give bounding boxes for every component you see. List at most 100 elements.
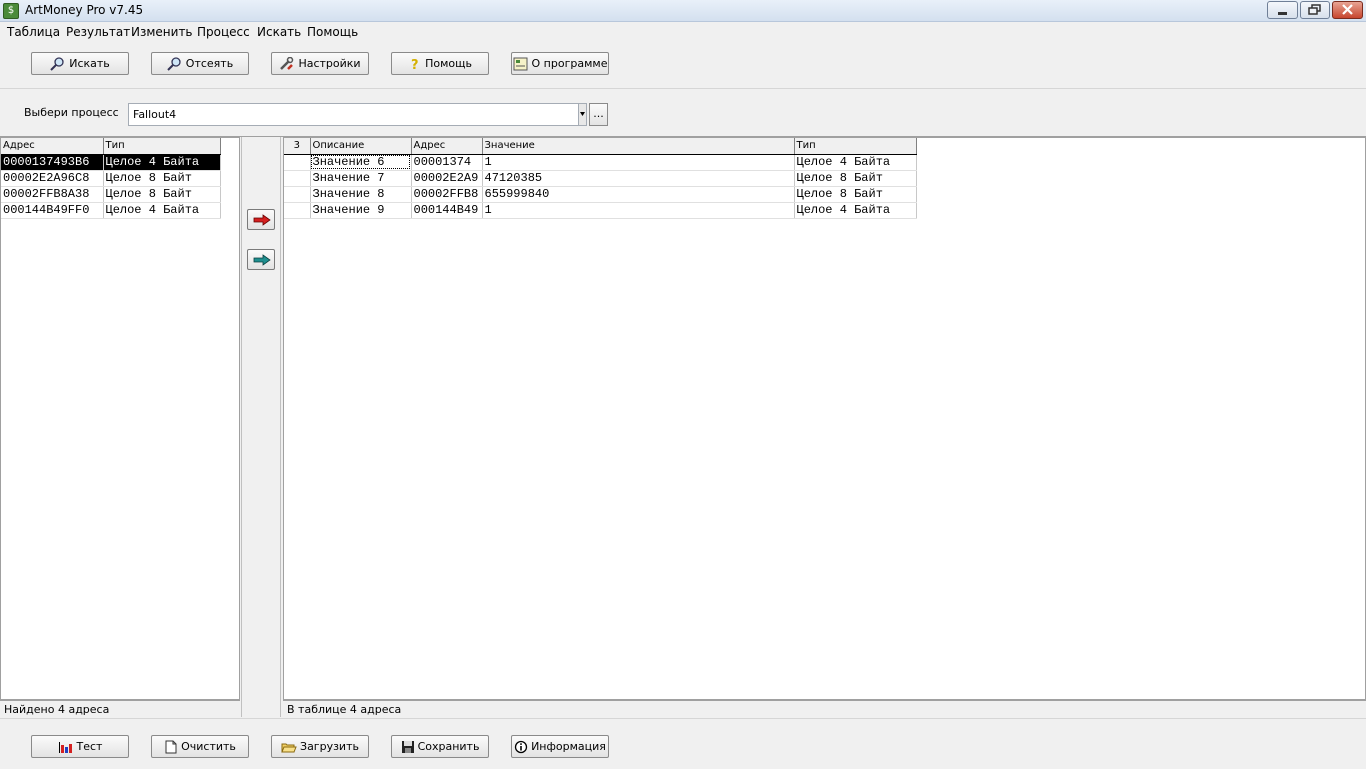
load-button[interactable]: Загрузить [271, 735, 369, 758]
table-row[interactable]: Значение 7 00002E2A9 47120385 Целое 8 Ба… [284, 170, 917, 187]
help-button-label: Помощь [425, 57, 472, 70]
minimize-icon [1278, 12, 1287, 15]
cell-address[interactable]: 0000137493B6 [1, 154, 104, 171]
question-icon: ? [411, 58, 419, 73]
settings-button-label: Настройки [298, 57, 361, 70]
add-all-button[interactable] [247, 249, 275, 270]
cell-address[interactable]: 000144B49 [411, 202, 483, 219]
cell-address[interactable]: 00002FFB8 [411, 186, 483, 203]
table-row[interactable]: 00002FFB8A38 Целое 8 Байт [1, 186, 221, 203]
floppy-disk-icon [401, 741, 414, 753]
settings-button[interactable]: Настройки [271, 52, 369, 75]
process-value: Fallout4 [133, 108, 177, 121]
column-header-value[interactable]: Значение [482, 138, 795, 155]
cell-type[interactable]: Целое 8 Байт [103, 186, 221, 203]
menu-result[interactable]: Результат [66, 25, 130, 39]
cell-value[interactable]: 655999840 [482, 186, 795, 203]
combo-dropdown-button[interactable] [578, 104, 586, 125]
cell-address[interactable]: 000144B49FF0 [1, 202, 104, 219]
clear-button[interactable]: Очистить [151, 735, 249, 758]
filter-button[interactable]: Отсеять [151, 52, 249, 75]
tools-icon [280, 56, 294, 70]
cell-description[interactable]: Значение 9 [310, 202, 412, 219]
cell-description[interactable]: Значение 8 [310, 186, 412, 203]
menu-table[interactable]: Таблица [7, 25, 60, 39]
process-selector: Выбери процесс Fallout4 ... [0, 89, 1366, 137]
process-browse-button[interactable]: ... [589, 103, 608, 126]
column-header-address[interactable]: Адрес [411, 138, 483, 155]
cell-value[interactable]: 1 [482, 154, 795, 171]
search-results-table: Адрес Тип 0000137493B6 Целое 4 Байта 000… [1, 138, 221, 219]
title-bar: $ ArtMoney Pro v7.45 [0, 0, 1366, 22]
minimize-button[interactable] [1267, 1, 1298, 19]
test-button[interactable]: Тест [31, 735, 129, 758]
row-indicator [284, 154, 311, 171]
magnifier-icon [50, 57, 64, 71]
cell-description[interactable]: Значение 6 [310, 154, 412, 171]
bar-chart-icon [58, 741, 72, 753]
about-button[interactable]: О программе [511, 52, 609, 75]
table-row[interactable]: Значение 8 00002FFB8 655999840 Целое 8 Б… [284, 186, 917, 203]
svg-text:?: ? [411, 58, 419, 71]
menu-process[interactable]: Процесс [197, 25, 250, 39]
cell-address[interactable]: 00001374 [411, 154, 483, 171]
info-icon [514, 740, 528, 754]
info-button[interactable]: Информация [511, 735, 609, 758]
close-icon [1342, 4, 1353, 15]
cell-value[interactable]: 1 [482, 202, 795, 219]
column-header-type[interactable]: Тип [794, 138, 917, 155]
search-results-panel: Адрес Тип 0000137493B6 Целое 4 Байта 000… [0, 137, 240, 700]
column-header-address[interactable]: Адрес [1, 138, 104, 155]
cell-value[interactable]: 47120385 [482, 170, 795, 187]
cell-description[interactable]: Значение 7 [310, 170, 412, 187]
menu-edit[interactable]: Изменить [131, 25, 193, 39]
cell-type[interactable]: Целое 4 Байта [794, 202, 917, 219]
cell-type[interactable]: Целое 4 Байта [794, 154, 917, 171]
menu-help[interactable]: Помощь [307, 25, 358, 39]
add-selected-button[interactable] [247, 209, 275, 230]
main-toolbar: Искать Отсеять Настройки ? Помощь О прогр… [0, 42, 1366, 89]
restore-button[interactable] [1300, 1, 1330, 19]
column-header-type[interactable]: Тип [103, 138, 221, 155]
new-page-icon [165, 740, 177, 754]
transfer-panel [241, 137, 281, 717]
cell-address[interactable]: 00002E2A96C8 [1, 170, 104, 187]
row-indicator [284, 186, 311, 203]
cell-type[interactable]: Целое 4 Байта [103, 202, 221, 219]
column-header-description[interactable]: Описание [310, 138, 412, 155]
window-title: ArtMoney Pro v7.45 [25, 3, 144, 17]
cell-type[interactable]: Целое 8 Байт [103, 170, 221, 187]
table-row[interactable]: 00002E2A96C8 Целое 8 Байт [1, 170, 221, 187]
magnifier-icon [167, 57, 181, 71]
clear-button-label: Очистить [181, 740, 236, 753]
app-icon: $ [3, 3, 19, 19]
test-button-label: Тест [76, 740, 103, 753]
address-table-panel: 3 Описание Адрес Значение Тип Значение 6… [283, 137, 1366, 700]
arrow-right-teal-icon [253, 254, 271, 266]
restore-icon [1308, 4, 1321, 15]
cell-address[interactable]: 00002E2A9 [411, 170, 483, 187]
row-indicator [284, 170, 311, 187]
save-button[interactable]: Сохранить [391, 735, 489, 758]
bottom-toolbar: Тест Очистить Загрузить Сохранить Информ… [0, 718, 1366, 769]
table-row[interactable]: Значение 9 000144B49 1 Целое 4 Байта [284, 202, 917, 219]
cell-type[interactable]: Целое 8 Байт [794, 170, 917, 187]
cell-address[interactable]: 00002FFB8A38 [1, 186, 104, 203]
table-row[interactable]: 000144B49FF0 Целое 4 Байта [1, 202, 221, 219]
filter-button-label: Отсеять [185, 57, 234, 70]
cell-type[interactable]: Целое 8 Байт [794, 186, 917, 203]
menu-search[interactable]: Искать [257, 25, 301, 39]
row-count-header: 3 [284, 138, 311, 155]
table-row[interactable]: Значение 6 00001374 1 Целое 4 Байта [284, 154, 917, 171]
address-table-status: В таблице 4 адреса [283, 700, 1366, 717]
chevron-down-icon [580, 112, 585, 116]
folder-open-icon [281, 743, 297, 752]
about-button-label: О программе [531, 57, 608, 70]
process-combobox[interactable]: Fallout4 [128, 103, 587, 126]
close-button[interactable] [1332, 1, 1363, 19]
help-button[interactable]: ? Помощь [391, 52, 489, 75]
address-table: 3 Описание Адрес Значение Тип Значение 6… [284, 138, 917, 219]
search-button[interactable]: Искать [31, 52, 129, 75]
table-row[interactable]: 0000137493B6 Целое 4 Байта [1, 154, 221, 171]
cell-type[interactable]: Целое 4 Байта [103, 154, 221, 171]
